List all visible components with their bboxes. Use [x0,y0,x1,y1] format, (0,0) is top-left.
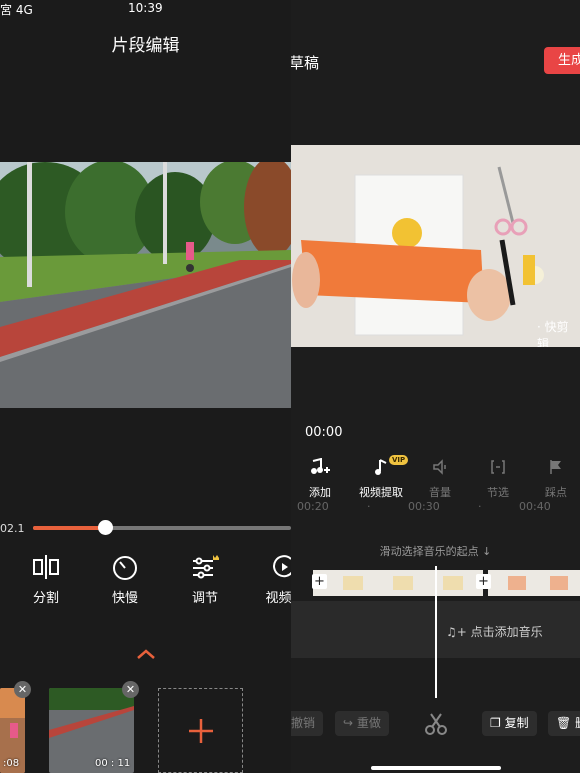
split-button[interactable]: 分割 [16,553,76,606]
extract-music-label: 视频提取 [359,486,403,499]
vip-badge: VIP [389,455,409,465]
undo-button[interactable]: 撤销 [291,711,324,736]
add-music-text: 点击添加音乐 [470,625,543,639]
ruler-tick: 00:20 [297,500,329,513]
status-bar: 宮 4G 10:39 [0,0,291,18]
music-time-display: 00:00 [305,425,343,440]
trash-icon: 🗑 [556,716,576,730]
music-note-icon [375,459,387,475]
clip-editor-pane: 宮 4G 10:39 片段编辑 02.1 分割 快慢 调节 视频:08 ✕ 0… [0,0,291,773]
add-music-label: 添加 [309,486,331,499]
reverse-icon [273,555,291,578]
clip-duration: :08 [3,758,20,769]
remove-clip-icon[interactable]: ✕ [14,681,31,698]
ruler-tick: 00:30 [408,500,440,513]
video-preview[interactable] [0,162,291,408]
adjust-label: 调节 [191,591,218,606]
redo-button[interactable]: ↪ 重做 [335,711,389,736]
redo-icon: ↪ [343,716,357,730]
copy-label: 复制 [504,716,529,730]
music-start-hint: 滑动选择音乐的起点 ↓ [379,545,492,558]
clip-thumbnail[interactable]: 00 : 11 [49,688,134,773]
volume-tool[interactable]: 音量 [429,458,451,500]
excerpt-label: 节选 [487,486,509,499]
add-transition-icon[interactable]: + [476,574,491,589]
music-editor-pane: 草稿 生成 · 快剪辑 00:00 添加 VIP 视频提取 音量 节选 踩点 0… [291,0,580,773]
video-track-frames [313,570,483,596]
add-music-button[interactable]: ♫+ 点击添加音乐 [446,623,543,640]
speed-icon [113,556,137,580]
video-track-segment[interactable] [313,570,483,596]
adjust-button[interactable]: 调节 [175,553,235,606]
current-time-label: 02.1 [0,522,25,535]
clip-duration: 00 : 11 [95,758,131,769]
generate-button[interactable]: 生成 [544,47,580,74]
add-transition-icon[interactable]: + [312,574,327,589]
page-title: 片段编辑 [111,36,180,56]
carrier-label: 宮 4G [0,3,33,17]
remove-clip-icon[interactable]: ✕ [122,681,139,698]
video-track-frames [488,570,580,596]
clock: 10:39 [128,1,163,15]
copy-button[interactable]: ❐ 复制 [482,711,537,736]
bottom-toolbar: 撤销 ↪ 重做 ❐ 复制 🗑 删 [291,703,580,773]
video-track-segment[interactable] [488,570,580,596]
video-preview[interactable]: · 快剪辑 [291,145,580,347]
extract-music-tool[interactable]: VIP 视频提取 [359,455,409,500]
scissors-icon[interactable] [423,711,449,737]
ruler-tick: 00:40 [519,500,551,513]
excerpt-icon [491,460,505,474]
reverse-label: 视频倒 [265,591,291,606]
split-label: 分割 [32,591,59,606]
speed-button[interactable]: 快慢 [95,553,155,606]
volume-label: 音量 [429,486,451,499]
playhead[interactable] [435,566,437,698]
adjust-icon [193,555,219,579]
split-icon [33,555,59,579]
plus-icon [189,719,213,743]
flag-icon [550,460,561,474]
playback-slider[interactable] [33,520,291,535]
crown-icon [213,555,219,560]
undo-label: 撤销 [291,716,316,730]
park-scene-image [0,162,291,408]
clip-thumbnail[interactable]: :08 [0,688,25,773]
craft-scene-image [291,145,580,347]
beat-label: 踩点 [545,486,567,499]
speed-label: 快慢 [111,591,138,606]
chevron-up-icon[interactable] [136,648,156,660]
add-clip-button[interactable] [158,688,243,773]
excerpt-tool[interactable]: 节选 [487,458,509,500]
slider-fill [33,526,106,530]
add-music-tool[interactable]: 添加 [309,457,331,500]
volume-icon [433,459,446,475]
beat-tool[interactable]: 踩点 [545,458,567,500]
home-indicator [371,766,501,770]
music-add-icon: ♫+ [446,625,467,639]
slider-knob[interactable] [98,520,114,535]
copy-icon: ❐ [490,716,505,730]
draft-label: 草稿 [291,54,320,72]
reverse-button[interactable]: 视频倒 [255,553,291,606]
watermark-label: · 快剪辑 [537,320,569,347]
redo-label: 重做 [356,716,381,730]
delete-button[interactable]: 🗑 删 [548,711,580,736]
music-add-icon [311,457,330,474]
delete-label: 删 [575,716,580,730]
